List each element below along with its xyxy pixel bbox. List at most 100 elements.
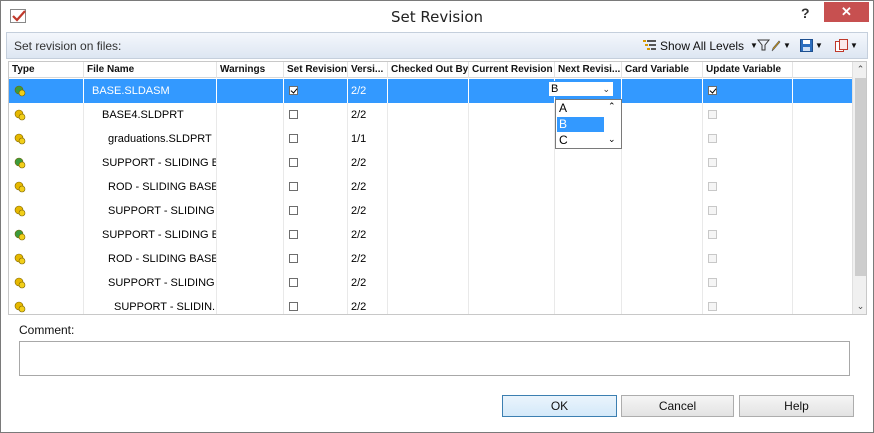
- table-row[interactable]: SUPPORT - SLIDING B... 2/2: [9, 151, 852, 175]
- scroll-down-icon[interactable]: ⌄: [855, 300, 866, 312]
- type-cell: [9, 247, 84, 271]
- warnings-cell: [217, 247, 284, 271]
- chevron-down-icon[interactable]: ⌄: [602, 82, 610, 96]
- table-row[interactable]: BASE4.SLDPRT 2/2: [9, 103, 852, 127]
- update-variable-cell: [703, 151, 793, 175]
- table-row[interactable]: SUPPORT - SLIDIN... 2/2: [9, 295, 852, 314]
- set-revision-cell: [284, 79, 348, 103]
- scrollbar-thumb[interactable]: [855, 78, 866, 276]
- update-variable-cell: [703, 103, 793, 127]
- next-revision-cell[interactable]: [555, 151, 622, 175]
- save-button[interactable]: ▼: [800, 37, 823, 54]
- next-revision-select[interactable]: B ⌄: [548, 81, 614, 97]
- help-icon[interactable]: ?: [801, 5, 810, 21]
- column-header-current-revision[interactable]: Current Revision: [469, 62, 555, 78]
- set-revision-checkbox[interactable]: [289, 86, 298, 95]
- current-revision-cell: [469, 223, 555, 247]
- checked-out-by-cell: [388, 199, 469, 223]
- table-row[interactable]: ROD - SLIDING BASE ... 2/2: [9, 175, 852, 199]
- set-revision-checkbox[interactable]: [289, 206, 298, 215]
- update-variable-checkbox[interactable]: [708, 110, 717, 119]
- column-header-file-name[interactable]: File Name: [84, 62, 217, 78]
- next-revision-cell[interactable]: [555, 175, 622, 199]
- comment-input[interactable]: [19, 341, 850, 376]
- update-variable-checkbox[interactable]: [708, 302, 717, 311]
- revision-option-c[interactable]: C: [557, 133, 604, 148]
- update-variable-checkbox[interactable]: [708, 278, 717, 287]
- next-revision-cell[interactable]: [555, 247, 622, 271]
- column-header-type[interactable]: Type: [9, 62, 84, 78]
- next-revision-cell[interactable]: [555, 199, 622, 223]
- revision-option-a[interactable]: A: [557, 101, 604, 116]
- next-revision-cell[interactable]: [555, 295, 622, 314]
- save-icon: [800, 39, 813, 52]
- list-scrollbar[interactable]: ⌃ ⌄: [606, 100, 621, 148]
- scroll-up-icon[interactable]: ⌃: [608, 101, 616, 112]
- help-button[interactable]: Help: [739, 395, 854, 417]
- vertical-scrollbar[interactable]: ⌃ ⌄: [852, 62, 866, 314]
- revision-option-b[interactable]: B: [557, 117, 604, 132]
- update-variable-cell: [703, 271, 793, 295]
- card-variable-cell: [622, 223, 703, 247]
- table-row[interactable]: SUPPORT - SLIDING ... 2/2: [9, 199, 852, 223]
- table-row[interactable]: graduations.SLDPRT 1/1: [9, 127, 852, 151]
- file-name-cell: SUPPORT - SLIDING B...: [84, 223, 217, 247]
- show-levels-dropdown[interactable]: Show All Levels ▼: [643, 37, 758, 54]
- column-header-warnings[interactable]: Warnings: [217, 62, 284, 78]
- warnings-cell: [217, 223, 284, 247]
- column-header-next-revision[interactable]: Next Revisi...: [555, 62, 622, 78]
- part-file-icon: [14, 205, 26, 217]
- update-variable-cell: [703, 175, 793, 199]
- ok-button[interactable]: OK: [502, 395, 617, 417]
- file-name-cell: SUPPORT - SLIDING ...: [84, 199, 217, 223]
- toolbar: Set revision on files: Show All Levels ▼…: [6, 32, 868, 59]
- next-revision-cell[interactable]: [555, 271, 622, 295]
- set-revision-checkbox[interactable]: [289, 302, 298, 311]
- version-cell: 2/2: [348, 151, 388, 175]
- checked-out-by-cell: [388, 295, 469, 314]
- column-header-checked-out-by[interactable]: Checked Out By: [388, 62, 469, 78]
- part-file-icon: [14, 277, 26, 289]
- update-variable-checkbox[interactable]: [708, 158, 717, 167]
- next-revision-cell[interactable]: [555, 223, 622, 247]
- current-revision-cell: [469, 199, 555, 223]
- table-row[interactable]: SUPPORT - SLIDING ... 2/2: [9, 271, 852, 295]
- card-variable-cell: [622, 151, 703, 175]
- set-revision-checkbox[interactable]: [289, 110, 298, 119]
- column-header-set-revision[interactable]: Set Revision: [284, 62, 348, 78]
- version-cell: 2/2: [348, 295, 388, 314]
- table-row[interactable]: ROD - SLIDING BASE ... 2/2: [9, 247, 852, 271]
- file-name-cell: graduations.SLDPRT: [84, 127, 217, 151]
- update-variable-checkbox[interactable]: [708, 206, 717, 215]
- filter-button[interactable]: ▼: [757, 37, 791, 54]
- table-row[interactable]: SUPPORT - SLIDING B... 2/2: [9, 223, 852, 247]
- update-variable-checkbox[interactable]: [708, 134, 717, 143]
- scroll-down-icon[interactable]: ⌄: [608, 134, 616, 145]
- checked-out-by-cell: [388, 103, 469, 127]
- close-button[interactable]: ✕: [824, 2, 869, 22]
- set-revision-checkbox[interactable]: [289, 254, 298, 263]
- toolbar-label: Set revision on files:: [14, 39, 122, 53]
- update-variable-checkbox[interactable]: [708, 182, 717, 191]
- part-file-icon: [14, 253, 26, 265]
- update-variable-checkbox[interactable]: [708, 86, 717, 95]
- scroll-up-icon[interactable]: ⌃: [855, 63, 866, 75]
- column-header-version[interactable]: Versi...: [348, 62, 388, 78]
- update-variable-checkbox[interactable]: [708, 254, 717, 263]
- card-variable-cell: [622, 103, 703, 127]
- set-revision-checkbox[interactable]: [289, 230, 298, 239]
- set-revision-checkbox[interactable]: [289, 278, 298, 287]
- table-row[interactable]: BASE.SLDASM 2/2: [9, 79, 852, 103]
- set-revision-checkbox[interactable]: [289, 182, 298, 191]
- update-variable-checkbox[interactable]: [708, 230, 717, 239]
- set-revision-cell: [284, 271, 348, 295]
- card-variable-cell: [622, 271, 703, 295]
- set-revision-checkbox[interactable]: [289, 158, 298, 167]
- warnings-cell: [217, 103, 284, 127]
- cancel-button[interactable]: Cancel: [621, 395, 734, 417]
- copy-button[interactable]: ▼: [835, 37, 858, 54]
- set-revision-checkbox[interactable]: [289, 134, 298, 143]
- column-header-card-variable[interactable]: Card Variable: [622, 62, 703, 78]
- column-header-update-variable[interactable]: Update Variable: [703, 62, 793, 78]
- set-revision-cell: [284, 103, 348, 127]
